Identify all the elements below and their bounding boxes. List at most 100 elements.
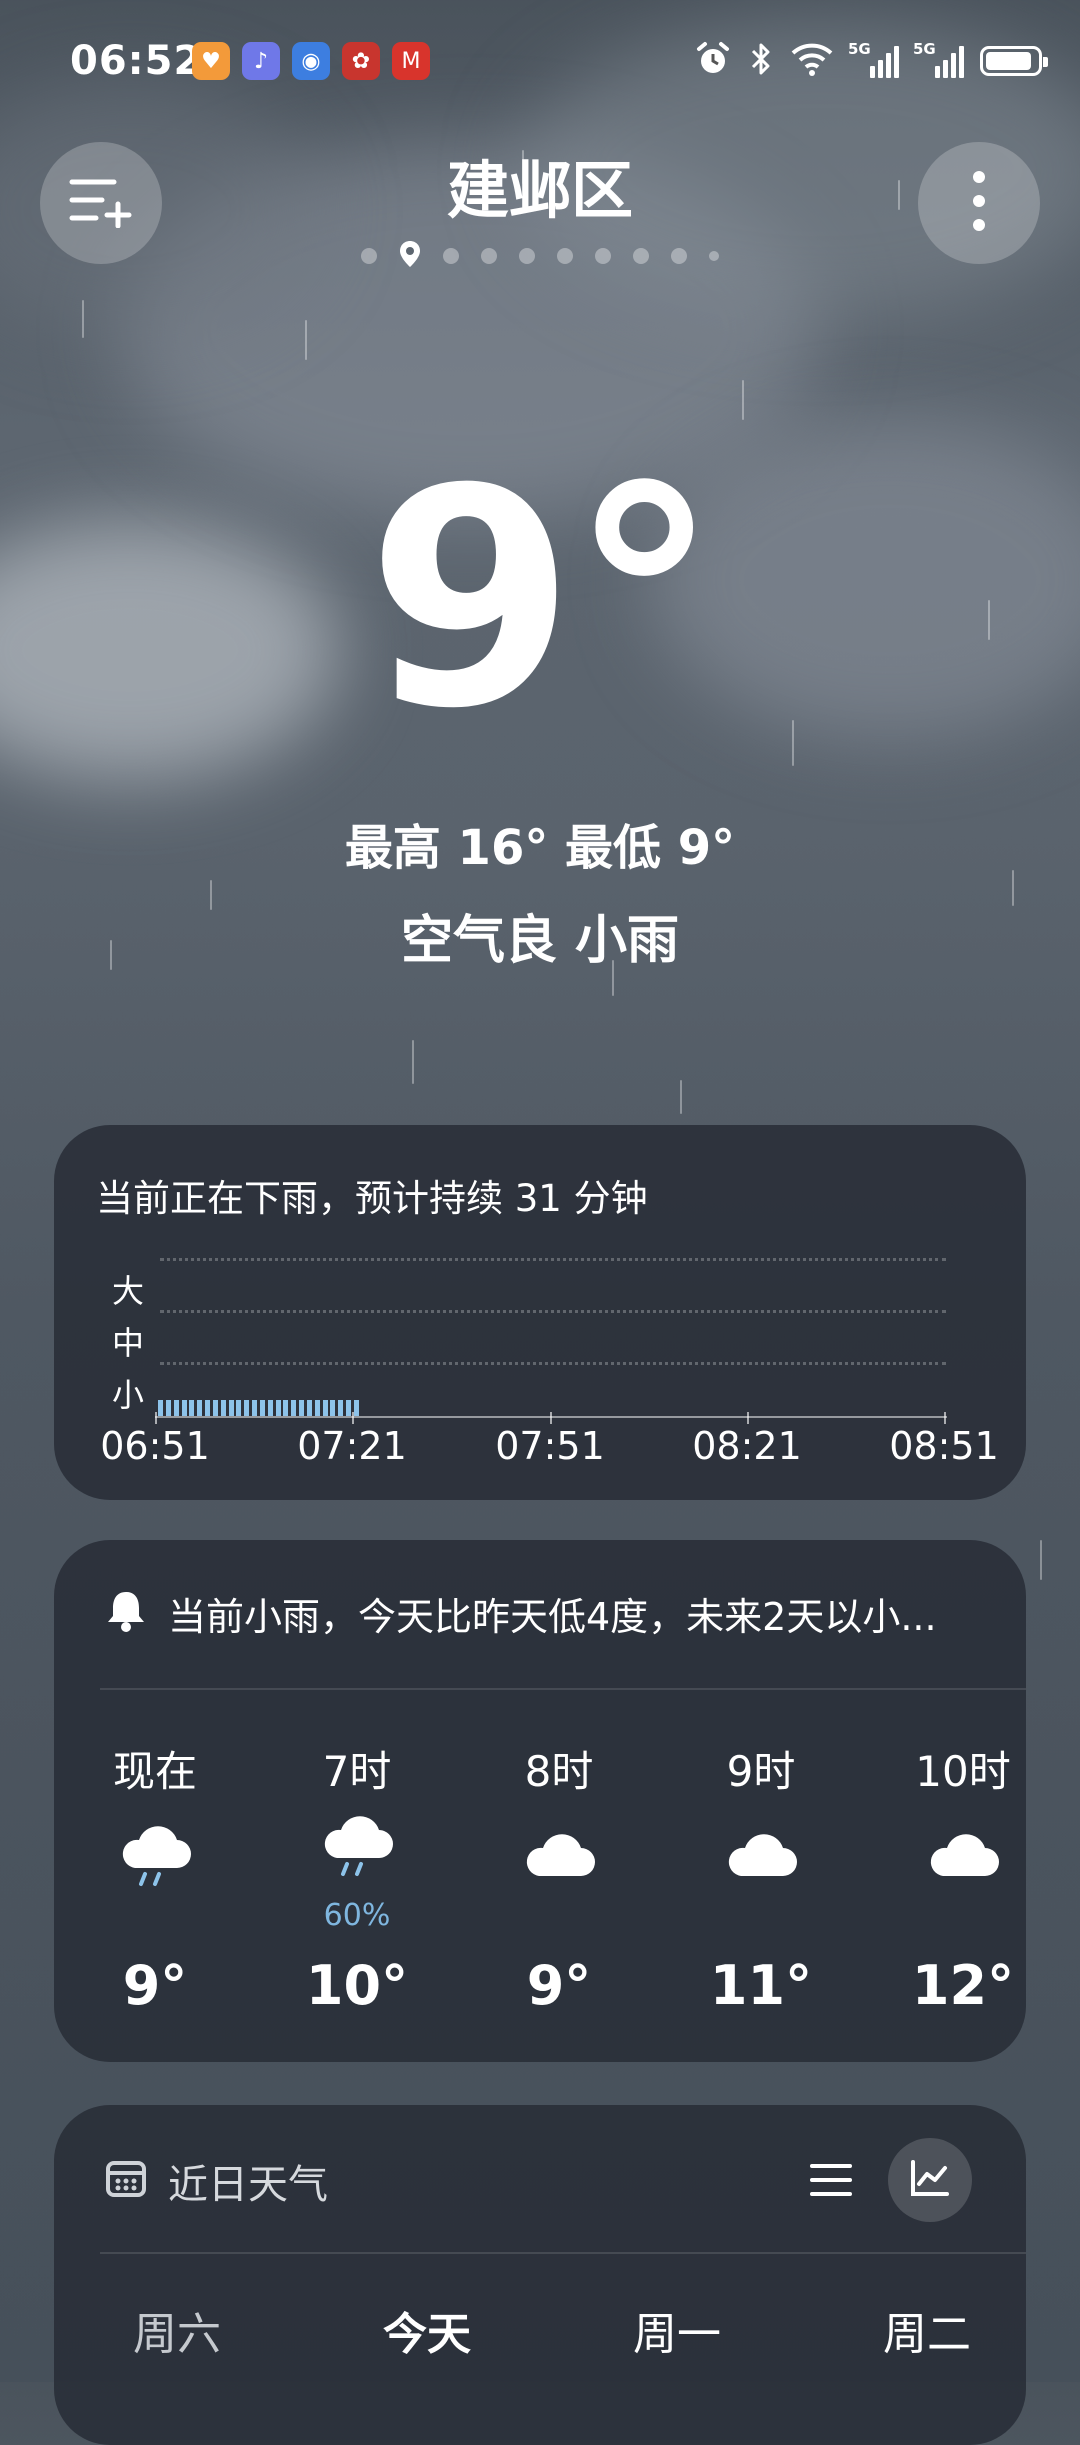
page-dot[interactable] <box>519 248 535 264</box>
rain-bar <box>181 1400 187 1416</box>
heart-app-icon: ♥ <box>192 42 230 80</box>
rain-bar <box>330 1400 336 1416</box>
page-dot[interactable] <box>481 248 497 264</box>
flower-app-icon: ✿ <box>342 42 380 80</box>
music-app-icon: ♪ <box>242 42 280 80</box>
battery-level <box>986 52 1031 70</box>
hour-label: 8时 <box>524 1747 594 1796</box>
weather-alert-text[interactable]: 当前小雨，今天比昨天低4度，未来2天以小... <box>168 1586 937 1641</box>
notification-icons: ♥ ♪ ◉ ✿ M <box>192 42 430 80</box>
axis-tick <box>352 1412 354 1424</box>
rain-gridline <box>160 1362 946 1365</box>
page-dot[interactable] <box>671 248 687 264</box>
cloud-icon <box>474 1822 644 1932</box>
network-type-1: 5G <box>848 40 871 58</box>
card-divider <box>100 2252 1026 2254</box>
rain-bar <box>353 1400 359 1416</box>
hour-column: 9时 11° <box>676 1738 846 2017</box>
rain-bar <box>306 1400 312 1416</box>
axis-tick <box>747 1412 749 1424</box>
calendar-icon <box>104 2156 148 2204</box>
hour-label: 7时 <box>322 1747 392 1796</box>
day-label-today[interactable]: 今天 <box>352 2298 502 2362</box>
page-dot[interactable] <box>557 248 573 264</box>
hour-label: 9时 <box>726 1747 796 1796</box>
rain-time-label: 08:51 <box>889 1424 999 1468</box>
list-icon <box>808 2164 854 2204</box>
cellular-signal-1-icon: 5G <box>848 40 899 78</box>
lightbulb-app-icon: ◉ <box>292 42 330 80</box>
chart-view-button[interactable] <box>888 2138 972 2222</box>
cellular-signal-2-icon: 5G <box>913 40 964 78</box>
page-indicator[interactable] <box>0 240 1080 272</box>
hour-temperature: 9° <box>526 1954 592 2017</box>
rain-bar <box>173 1400 179 1416</box>
line-chart-icon <box>909 2158 951 2202</box>
rain-bar <box>205 1400 211 1416</box>
rain-time-label: 08:21 <box>692 1424 802 1468</box>
air-quality-and-condition[interactable]: 空气良 小雨 <box>0 898 1080 973</box>
rain-time-label: 07:21 <box>297 1424 407 1468</box>
card-divider <box>100 1688 1026 1690</box>
network-type-2: 5G <box>913 40 936 58</box>
hour-temperature: 12° <box>911 1954 1015 2017</box>
rain-bar <box>267 1400 273 1416</box>
rain-bar <box>220 1400 226 1416</box>
rain-bar <box>197 1400 203 1416</box>
rain-time-label: 07:51 <box>495 1424 605 1468</box>
rain-cloud-icon: 60% <box>272 1816 442 1933</box>
hour-temperature: 11° <box>709 1954 813 2017</box>
page-dot[interactable] <box>443 248 459 264</box>
rain-bar <box>236 1400 242 1416</box>
hour-temperature: 9° <box>122 1954 188 2017</box>
rain-bar <box>275 1400 281 1416</box>
hour-label: 10时 <box>915 1747 1011 1796</box>
rain-bar <box>252 1400 258 1416</box>
system-icons: 5G 5G <box>694 40 1048 82</box>
high-low-temperature: 最高 16° 最低 9° <box>344 820 736 876</box>
list-view-button[interactable] <box>808 2160 854 2204</box>
page-dot[interactable] <box>709 251 719 261</box>
rain-bar <box>158 1400 163 1416</box>
rain-bar <box>338 1400 344 1416</box>
rain-bar <box>346 1400 352 1416</box>
rain-bar <box>291 1400 297 1416</box>
rain-bar <box>259 1400 265 1416</box>
rain-bar <box>314 1400 320 1416</box>
rain-bar <box>228 1400 234 1416</box>
day-label[interactable]: 周六 <box>102 2298 252 2362</box>
rain-bar <box>165 1400 171 1416</box>
page-dot[interactable] <box>361 248 377 264</box>
city-name[interactable]: 建邺区 <box>0 140 1080 230</box>
rain-time-label: 06:51 <box>100 1424 210 1468</box>
hour-label: 现在 <box>112 1747 197 1796</box>
rain-level-medium: 中 <box>112 1324 145 1362</box>
cloud-icon <box>878 1822 1048 1932</box>
hour-column: 8时 9° <box>474 1738 644 2017</box>
hour-temperature: 10° <box>305 1954 409 2017</box>
hour-column: 现在 9° <box>70 1738 240 2017</box>
rain-bar <box>212 1400 218 1416</box>
location-pin-icon <box>399 240 421 272</box>
day-label[interactable]: 周二 <box>852 2298 1002 2362</box>
rain-level-heavy: 大 <box>112 1272 145 1310</box>
rain-forecast-title: 当前正在下雨，预计持续 31 分钟 <box>96 1177 648 1220</box>
rain-cloud-icon <box>70 1822 240 1932</box>
day-label[interactable]: 周一 <box>602 2298 752 2362</box>
hour-column: 10时 12° <box>878 1738 1048 2017</box>
page-dot[interactable] <box>595 248 611 264</box>
daily-forecast-title: 近日天气 <box>168 2162 328 2208</box>
more-vertical-icon <box>969 168 989 238</box>
rain-bar <box>189 1400 195 1416</box>
page-dot[interactable] <box>633 248 649 264</box>
precip-chance: 60% <box>323 1898 391 1933</box>
rain-bar <box>322 1400 328 1416</box>
rain-bar <box>299 1400 305 1416</box>
current-temperature: 9° <box>366 425 720 774</box>
status-bar: 06:52 ♥ ♪ ◉ ✿ M 5G 5G <box>0 0 1080 120</box>
rain-gridline <box>160 1258 946 1261</box>
alarm-icon <box>694 40 732 82</box>
axis-tick <box>550 1412 552 1424</box>
status-time: 06:52 <box>70 38 203 84</box>
axis-tick <box>155 1412 157 1424</box>
